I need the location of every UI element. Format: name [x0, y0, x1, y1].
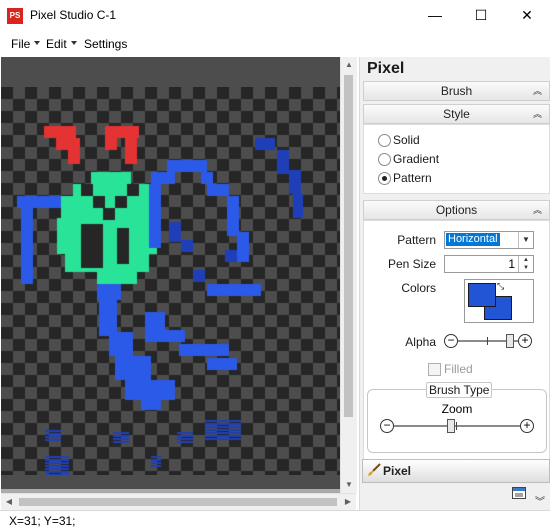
panel-title: Pixel: [367, 60, 405, 77]
stepper-down-icon[interactable]: ▼: [519, 264, 533, 272]
tab-pixel[interactable]: Pixel: [362, 459, 550, 483]
expand-panel-icon[interactable]: ︾: [535, 493, 545, 508]
zoom-slider[interactable]: − +: [380, 418, 534, 434]
radio-gradient[interactable]: Gradient: [378, 152, 439, 168]
maximize-button[interactable]: ☐: [458, 0, 504, 31]
stepper-up-icon[interactable]: ▲: [519, 256, 533, 264]
filled-checkbox[interactable]: [428, 363, 441, 376]
collapse-icon: ︽: [532, 109, 542, 119]
menu-file[interactable]: File: [11, 37, 30, 51]
options-panel: Pattern Horizontal ▼ Pen Size 1 ▲ ▼ Colo…: [363, 220, 550, 460]
zoom-in-icon[interactable]: +: [520, 419, 534, 433]
radio-solid-button[interactable]: [378, 134, 391, 148]
canvas-margin-bottom: [1, 475, 343, 489]
cursor-coordinates: X=31; Y=31;: [9, 514, 76, 528]
pattern-label: Pattern: [397, 233, 436, 247]
collapse-icon: ︽: [532, 205, 542, 215]
pen-size-stepper[interactable]: 1 ▲ ▼: [444, 255, 534, 273]
pattern-select[interactable]: Horizontal ▼: [444, 231, 534, 249]
style-options-panel: Solid Gradient Pattern: [363, 124, 550, 194]
swap-colors-icon[interactable]: ⤡: [497, 281, 504, 292]
radio-pattern[interactable]: Pattern: [378, 171, 432, 187]
radio-pattern-button[interactable]: [378, 172, 391, 186]
radio-gradient-button[interactable]: [378, 153, 391, 167]
menu-edit[interactable]: Edit: [46, 37, 67, 51]
primary-color-swatch[interactable]: [468, 283, 496, 307]
minus-icon[interactable]: −: [444, 334, 458, 348]
options-section-header[interactable]: Options ︽: [363, 200, 550, 220]
scroll-right-icon[interactable]: ▶: [340, 494, 356, 510]
collapse-icon: ︽: [532, 86, 542, 96]
stepper-buttons[interactable]: ▲ ▼: [518, 256, 533, 272]
title-bar: PS Pixel Studio C-1 — ☐ ✕: [0, 0, 550, 32]
zoom-label: Zoom: [441, 402, 473, 416]
pattern-value: Horizontal: [446, 233, 500, 246]
plus-icon[interactable]: +: [518, 334, 532, 348]
maximize-icon: ☐: [474, 7, 488, 23]
close-icon: ✕: [521, 7, 533, 23]
scroll-up-icon[interactable]: ▲: [341, 57, 357, 73]
scroll-down-icon[interactable]: ▼: [341, 477, 357, 493]
minimize-icon: —: [428, 7, 442, 23]
alpha-slider[interactable]: − +: [444, 333, 532, 349]
brush-icon: [368, 463, 381, 476]
horizontal-scroll-thumb[interactable]: [19, 498, 337, 506]
filled-label: Filled: [444, 362, 473, 376]
menu-settings[interactable]: Settings: [84, 37, 127, 51]
vertical-scroll-thumb[interactable]: [344, 75, 353, 417]
chevron-down-icon[interactable]: ▼: [518, 232, 533, 248]
brush-type-label: Brush Type: [426, 382, 493, 398]
close-button[interactable]: ✕: [504, 0, 550, 31]
app-icon: PS: [7, 8, 23, 24]
edit-dropdown-icon: [71, 41, 77, 45]
tab-pixel-label: Pixel: [383, 464, 412, 478]
vertical-scrollbar[interactable]: ▲ ▼: [340, 57, 357, 493]
pen-size-label: Pen Size: [387, 257, 436, 271]
window-title: Pixel Studio C-1: [30, 8, 117, 22]
horizontal-scrollbar[interactable]: ◀ ▶: [1, 493, 356, 510]
scroll-left-icon[interactable]: ◀: [1, 494, 17, 510]
pen-size-value: 1: [508, 257, 515, 271]
zoom-thumb[interactable]: [447, 419, 456, 433]
alpha-thumb[interactable]: [506, 334, 515, 348]
style-header-label: Style: [443, 107, 470, 121]
brush-header-label: Brush: [440, 84, 473, 98]
alpha-label: Alpha: [405, 335, 436, 349]
brush-section-header[interactable]: Brush ︽: [363, 81, 550, 101]
radio-solid[interactable]: Solid: [378, 133, 420, 149]
canvas-area: [1, 57, 357, 493]
panel-layout-icon[interactable]: [512, 487, 526, 502]
drawing-canvas[interactable]: [1, 87, 343, 477]
style-section-header[interactable]: Style ︽: [363, 104, 550, 124]
color-picker[interactable]: ⤡: [464, 279, 534, 323]
options-header-label: Options: [435, 203, 478, 217]
brush-type-group: Brush Type Zoom − +: [367, 382, 547, 453]
file-dropdown-icon: [34, 41, 40, 45]
minimize-button[interactable]: —: [412, 0, 458, 31]
status-bar: X=31; Y=31;: [0, 510, 550, 532]
menu-bar: File Edit Settings: [0, 31, 550, 57]
properties-panel: Pixel Brush ︽ Style ︽ Solid Gradient Pat…: [359, 57, 550, 510]
colors-label: Colors: [401, 281, 436, 295]
canvas-margin-top: [1, 57, 343, 87]
zoom-out-icon[interactable]: −: [380, 419, 394, 433]
